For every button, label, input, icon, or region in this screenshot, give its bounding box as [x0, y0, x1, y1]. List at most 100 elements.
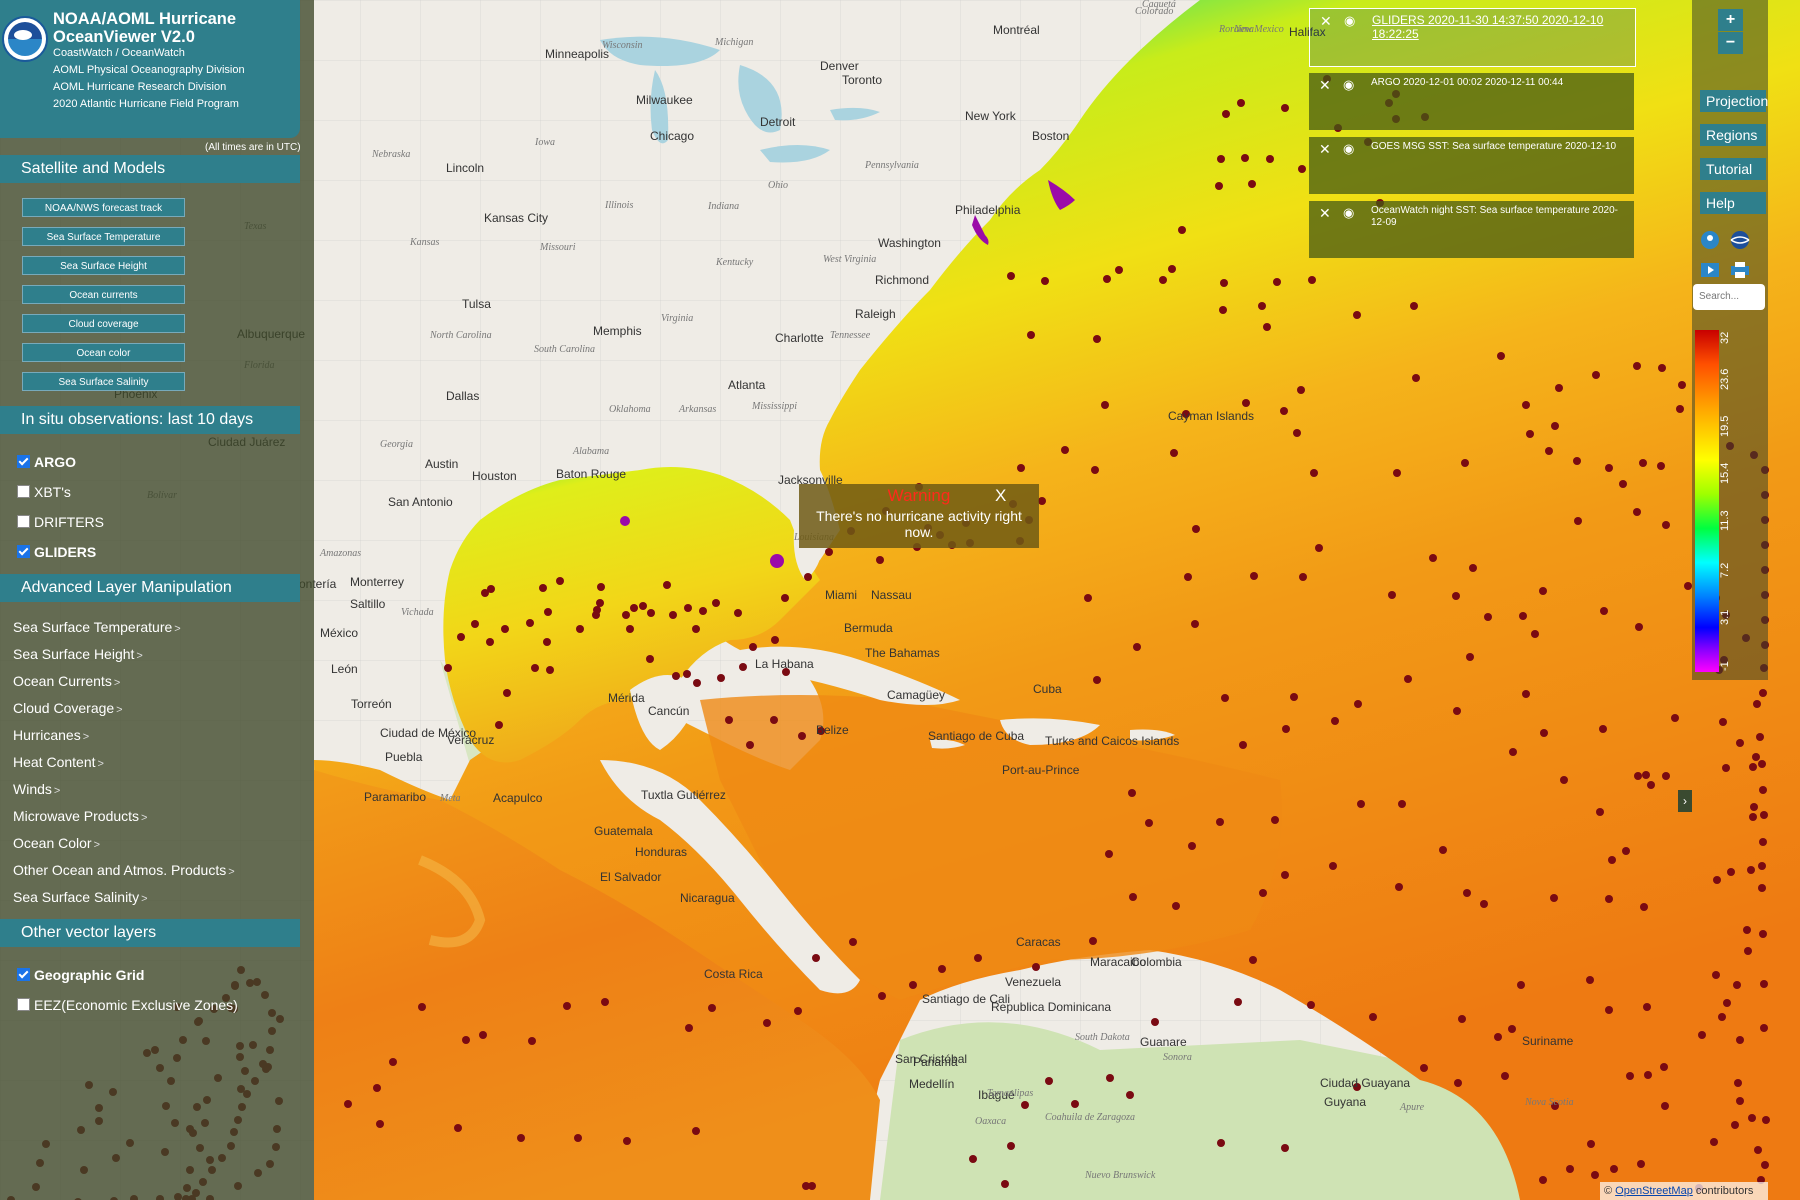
- argo-float-dot[interactable]: [344, 1100, 352, 1108]
- argo-float-dot[interactable]: [1660, 1063, 1668, 1071]
- argo-float-dot[interactable]: [1760, 811, 1768, 819]
- argo-float-dot[interactable]: [812, 954, 820, 962]
- argo-float-dot[interactable]: [471, 620, 479, 628]
- sst-button[interactable]: Sea Surface Temperature: [22, 227, 185, 246]
- argo-float-dot[interactable]: [1353, 311, 1361, 319]
- argo-float-dot[interactable]: [1217, 155, 1225, 163]
- argo-float-dot[interactable]: [495, 721, 503, 729]
- argo-float-dot[interactable]: [1566, 1165, 1574, 1173]
- argo-float-dot[interactable]: [1750, 803, 1758, 811]
- argo-float-dot[interactable]: [1658, 364, 1666, 372]
- argo-float-dot[interactable]: [1170, 449, 1178, 457]
- argo-float-dot[interactable]: [1105, 850, 1113, 858]
- argo-float-dot[interactable]: [712, 599, 720, 607]
- argo-float-dot[interactable]: [708, 1004, 716, 1012]
- argo-float-dot[interactable]: [1644, 1071, 1652, 1079]
- ocean-color-button[interactable]: Ocean color: [22, 343, 185, 362]
- argo-float-dot[interactable]: [1550, 894, 1558, 902]
- argo-float-dot[interactable]: [544, 608, 552, 616]
- argo-float-dot[interactable]: [1761, 1161, 1769, 1169]
- argo-float-dot[interactable]: [646, 655, 654, 663]
- argo-float-dot[interactable]: [1640, 903, 1648, 911]
- argo-float-dot[interactable]: [808, 1182, 816, 1190]
- adv-ssh[interactable]: Sea Surface Height >: [13, 646, 143, 662]
- argo-float-dot[interactable]: [1610, 1165, 1618, 1173]
- argo-float-dot[interactable]: [1297, 386, 1305, 394]
- help-button[interactable]: Help: [1700, 192, 1766, 214]
- argo-float-dot[interactable]: [1608, 856, 1616, 864]
- argo-float-dot[interactable]: [1587, 1140, 1595, 1148]
- adv-other-products[interactable]: Other Ocean and Atmos. Products >: [13, 862, 235, 878]
- argo-float-dot[interactable]: [1452, 592, 1460, 600]
- argo-float-dot[interactable]: [1463, 889, 1471, 897]
- argo-float-dot[interactable]: [1539, 1176, 1547, 1184]
- argo-float-dot[interactable]: [1145, 819, 1153, 827]
- argo-float-dot[interactable]: [1234, 998, 1242, 1006]
- adv-cloud-coverage[interactable]: Cloud Coverage >: [13, 700, 123, 716]
- argo-float-dot[interactable]: [1586, 976, 1594, 984]
- argo-float-dot[interactable]: [1089, 937, 1097, 945]
- argo-checkbox[interactable]: ARGO: [17, 454, 76, 470]
- argo-float-dot[interactable]: [1466, 653, 1474, 661]
- argo-float-dot[interactable]: [1747, 866, 1755, 874]
- argo-float-dot[interactable]: [1469, 564, 1477, 572]
- osm-link[interactable]: OpenStreetMap: [1615, 1185, 1693, 1197]
- argo-float-dot[interactable]: [1041, 277, 1049, 285]
- argo-float-dot[interactable]: [692, 1127, 700, 1135]
- adv-ocean-color[interactable]: Ocean Color >: [13, 835, 100, 851]
- argo-float-dot[interactable]: [725, 716, 733, 724]
- argo-float-dot[interactable]: [1722, 764, 1730, 772]
- remove-layer-icon[interactable]: ✕: [1319, 141, 1331, 158]
- argo-float-dot[interactable]: [1188, 842, 1196, 850]
- argo-float-dot[interactable]: [1331, 717, 1339, 725]
- argo-float-dot[interactable]: [825, 548, 833, 556]
- argo-float-dot[interactable]: [1592, 371, 1600, 379]
- argo-float-dot[interactable]: [1754, 1146, 1762, 1154]
- remove-layer-icon[interactable]: ✕: [1319, 77, 1331, 94]
- argo-float-dot[interactable]: [543, 638, 551, 646]
- eye-icon[interactable]: ◉: [1344, 13, 1355, 29]
- argo-float-dot[interactable]: [1461, 459, 1469, 467]
- argo-float-dot[interactable]: [692, 625, 700, 633]
- argo-float-dot[interactable]: [1242, 399, 1250, 407]
- argo-float-dot[interactable]: [1001, 1180, 1009, 1188]
- collapse-panel-button[interactable]: ›: [1678, 790, 1692, 812]
- argo-float-dot[interactable]: [1600, 607, 1608, 615]
- movie-icon[interactable]: [1699, 260, 1721, 280]
- argo-float-dot[interactable]: [1266, 155, 1274, 163]
- layer-title[interactable]: GLIDERS 2020-11-30 14:37:50 2020-12-10 1…: [1372, 13, 1622, 41]
- argo-float-dot[interactable]: [1369, 1013, 1377, 1021]
- argo-float-dot[interactable]: [1497, 352, 1505, 360]
- argo-float-dot[interactable]: [1298, 165, 1306, 173]
- argo-float-dot[interactable]: [1216, 818, 1224, 826]
- argo-float-dot[interactable]: [1758, 760, 1766, 768]
- argo-float-dot[interactable]: [1453, 707, 1461, 715]
- argo-float-dot[interactable]: [781, 594, 789, 602]
- argo-float-dot[interactable]: [1539, 587, 1547, 595]
- argo-float-dot[interactable]: [1698, 1031, 1706, 1039]
- argo-float-dot[interactable]: [1061, 446, 1069, 454]
- adv-hurricanes[interactable]: Hurricanes >: [13, 727, 89, 743]
- argo-float-dot[interactable]: [1222, 110, 1230, 118]
- gliders-checkbox[interactable]: GLIDERS: [17, 544, 96, 560]
- argo-float-dot[interactable]: [1310, 469, 1318, 477]
- argo-float-dot[interactable]: [1237, 99, 1245, 107]
- argo-float-dot[interactable]: [376, 1120, 384, 1128]
- argo-float-dot[interactable]: [683, 670, 691, 678]
- argo-float-dot[interactable]: [1573, 457, 1581, 465]
- argo-float-dot[interactable]: [1753, 700, 1761, 708]
- argo-float-dot[interactable]: [1410, 302, 1418, 310]
- argo-float-dot[interactable]: [974, 954, 982, 962]
- argo-float-dot[interactable]: [1662, 772, 1670, 780]
- argo-float-dot[interactable]: [1718, 1013, 1726, 1021]
- adv-heat-content[interactable]: Heat Content >: [13, 754, 104, 770]
- argo-float-dot[interactable]: [1619, 480, 1627, 488]
- argo-float-dot[interactable]: [1271, 816, 1279, 824]
- argo-float-dot[interactable]: [517, 1134, 525, 1142]
- argo-float-dot[interactable]: [1395, 883, 1403, 891]
- argo-float-dot[interactable]: [1662, 521, 1670, 529]
- argo-float-dot[interactable]: [1299, 573, 1307, 581]
- argo-float-dot[interactable]: [1129, 893, 1137, 901]
- geographic-grid-checkbox[interactable]: Geographic Grid: [17, 967, 144, 983]
- argo-float-dot[interactable]: [1736, 1036, 1744, 1044]
